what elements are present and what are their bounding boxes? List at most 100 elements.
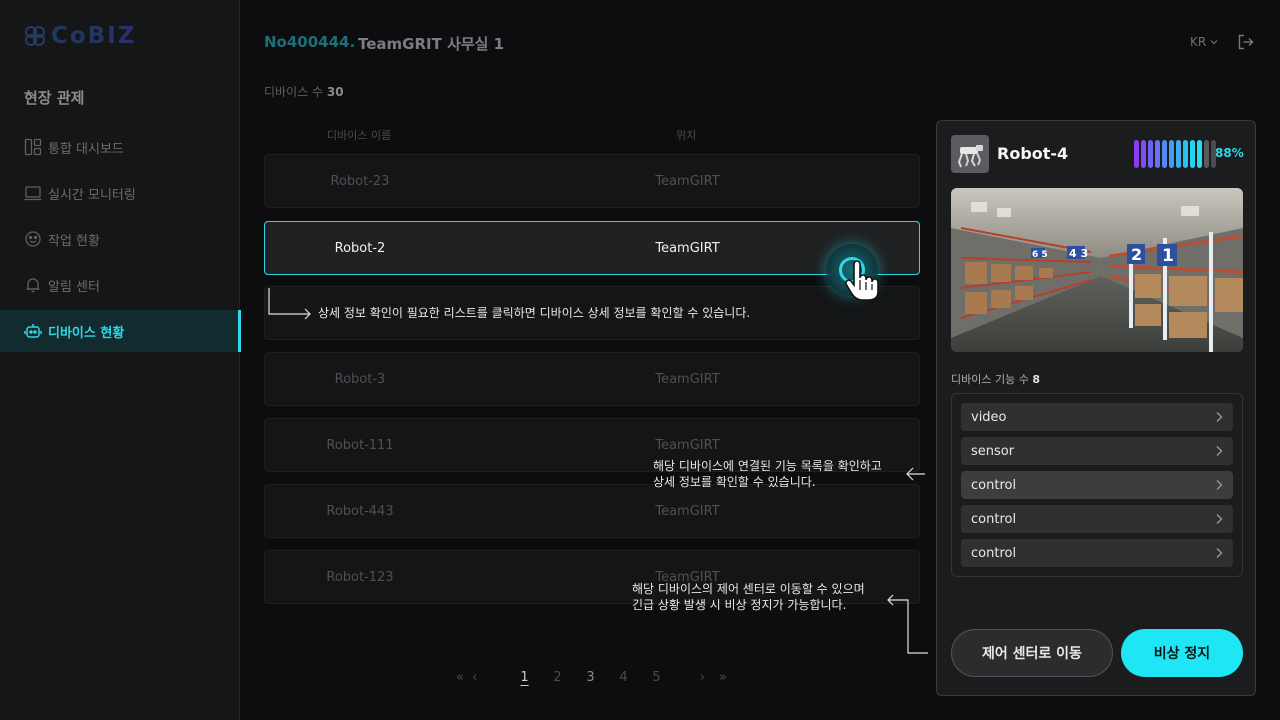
app-root: CoBIZ 현장 관제 통합 대시보드 실시간 모니터링 작업 현황 알림 센터: [0, 0, 1280, 720]
battery-segment: [1176, 140, 1181, 168]
sidebar-item-alerts[interactable]: 알림 센터: [0, 262, 240, 308]
battery-segment: [1197, 140, 1202, 168]
logo-mark-icon: [25, 25, 47, 47]
battery-segment: [1162, 140, 1167, 168]
device-video-feed[interactable]: 2 1 4 3 6 5: [951, 188, 1243, 352]
cell-location: TeamGIRT: [655, 240, 720, 256]
language-selector[interactable]: KR: [1190, 35, 1219, 49]
function-label: video: [971, 409, 1007, 425]
sidebar-item-devices[interactable]: 디바이스 현황: [0, 310, 241, 352]
function-label: control: [971, 545, 1017, 561]
function-item-control[interactable]: control: [961, 539, 1233, 567]
tip-control: 해당 디바이스의 제어 센터로 이동할 수 있으며 긴급 상황 발생 시 비상 …: [632, 581, 865, 613]
tip-arrow-list-icon: [268, 288, 311, 320]
language-label: KR: [1190, 35, 1207, 49]
site-id: No400444.: [264, 33, 356, 51]
page-2[interactable]: 2: [541, 670, 574, 685]
battery-segment: [1204, 140, 1209, 168]
chevron-right-icon: [1216, 446, 1223, 456]
function-label: control: [971, 477, 1017, 493]
cell-location: TeamGIRT: [655, 173, 720, 189]
tip-functions: 해당 디바이스에 연결된 기능 목록을 확인하고 상세 정보를 확인할 수 있습…: [653, 458, 882, 490]
page-5[interactable]: 5: [640, 670, 673, 685]
hand-pointer-icon: [845, 260, 879, 301]
svg-text:1: 1: [1162, 246, 1174, 266]
battery-gauge: [1134, 140, 1216, 168]
chevron-right-icon: [1216, 548, 1223, 558]
table-row[interactable]: Robot-443 TeamGIRT: [264, 484, 920, 538]
tip-arrow-control-icon: [887, 594, 928, 654]
robot-dog-icon: [951, 135, 989, 173]
monitor-icon: [24, 186, 42, 201]
sidebar-item-label: 통합 대시보드: [48, 141, 124, 157]
chevron-right-icon: [1216, 412, 1223, 422]
battery-segment: [1148, 140, 1153, 168]
go-to-control-center-button[interactable]: 제어 센터로 이동: [951, 629, 1113, 677]
logo[interactable]: CoBIZ: [25, 23, 136, 49]
tip-arrow-functions-icon: [906, 467, 925, 481]
device-detail-panel: Robot-4 88% 2 1 4 3 6 5 디바이스 기능 수 8 vide…: [936, 120, 1256, 696]
functions-count: 디바이스 기능 수 8: [951, 371, 1040, 387]
pagination: « ‹ 1 2 3 4 5 › »: [456, 670, 727, 685]
battery-segment: [1134, 140, 1139, 168]
cell-location: TeamGIRT: [655, 371, 720, 387]
sidebar-nav: 통합 대시보드 실시간 모니터링 작업 현황 알림 센터 디바이스 현황: [0, 124, 241, 352]
table-row-selected[interactable]: Robot-2 TeamGIRT: [264, 221, 920, 275]
function-item-control[interactable]: control: [961, 505, 1233, 533]
tip-list: 상세 정보 확인이 필요한 리스트를 클릭하면 디바이스 상세 정보를 확인할 …: [318, 306, 751, 320]
battery-segment: [1183, 140, 1188, 168]
cell-device-name: Robot-111: [326, 437, 394, 453]
warehouse-camera-image: 2 1 4 3 6 5: [951, 188, 1243, 352]
dashboard-icon: [24, 138, 42, 156]
prev-page-icon[interactable]: ‹: [472, 670, 508, 685]
chevron-down-icon: [1210, 40, 1218, 45]
robot-thumbnail: [951, 135, 989, 173]
device-count-value: 30: [326, 85, 344, 99]
page-4[interactable]: 4: [607, 670, 640, 685]
device-count-label: 디바이스 수: [264, 85, 324, 99]
next-page-icon[interactable]: ›: [685, 670, 705, 685]
device-count: 디바이스 수 30: [264, 83, 344, 100]
logout-icon[interactable]: [1238, 34, 1254, 50]
cell-device-name: Robot-23: [330, 173, 390, 189]
sidebar-item-label: 작업 현황: [48, 233, 100, 249]
column-header-location: 위치: [676, 129, 697, 142]
function-item-control[interactable]: control: [961, 471, 1233, 499]
emergency-stop-button[interactable]: 비상 정지: [1121, 629, 1243, 677]
sidebar-item-label: 알림 센터: [48, 279, 100, 295]
task-icon: [25, 231, 41, 247]
battery-segment: [1190, 140, 1195, 168]
cell-device-name: Robot-2: [334, 240, 386, 256]
tip-functions-line1: 해당 디바이스에 연결된 기능 목록을 확인하고: [653, 459, 882, 473]
function-item-sensor[interactable]: sensor: [961, 437, 1233, 465]
functions-count-label: 디바이스 기능 수: [951, 373, 1029, 386]
table-row[interactable]: Robot-23 TeamGIRT: [264, 154, 920, 208]
battery-segment: [1169, 140, 1174, 168]
tip-functions-line2: 상세 정보를 확인할 수 있습니다.: [653, 475, 816, 489]
first-page-icon[interactable]: «: [456, 670, 472, 685]
tip-control-line2: 긴급 상황 발생 시 비상 정지가 가능합니다.: [632, 598, 847, 612]
function-label: control: [971, 511, 1017, 527]
sidebar-item-dashboard[interactable]: 통합 대시보드: [0, 124, 240, 170]
page-1[interactable]: 1: [508, 670, 541, 685]
battery-segment: [1155, 140, 1160, 168]
cell-location: TeamGIRT: [655, 503, 720, 519]
sidebar-item-monitoring[interactable]: 실시간 모니터링: [0, 170, 240, 216]
cell-device-name: Robot-3: [334, 371, 386, 387]
page-title: TeamGRIT 사무실 1: [358, 35, 505, 53]
chevron-right-icon: [1216, 480, 1223, 490]
logo-text: CoBIZ: [51, 23, 137, 49]
last-page-icon[interactable]: »: [705, 670, 727, 685]
page-3[interactable]: 3: [574, 670, 607, 685]
table-row[interactable]: Robot-3 TeamGIRT: [264, 352, 920, 406]
function-label: sensor: [971, 443, 1015, 459]
sidebar-item-tasks[interactable]: 작업 현황: [0, 216, 240, 262]
robot-icon: [24, 324, 42, 338]
functions-list: video sensor control control control: [951, 393, 1243, 577]
svg-text:4 3: 4 3: [1069, 247, 1088, 260]
function-item-video[interactable]: video: [961, 403, 1233, 431]
sidebar: CoBIZ 현장 관제 통합 대시보드 실시간 모니터링 작업 현황 알림 센터: [0, 0, 241, 720]
bell-icon: [26, 278, 40, 293]
device-title: Robot-4: [997, 144, 1069, 163]
sidebar-item-label: 실시간 모니터링: [48, 187, 136, 203]
